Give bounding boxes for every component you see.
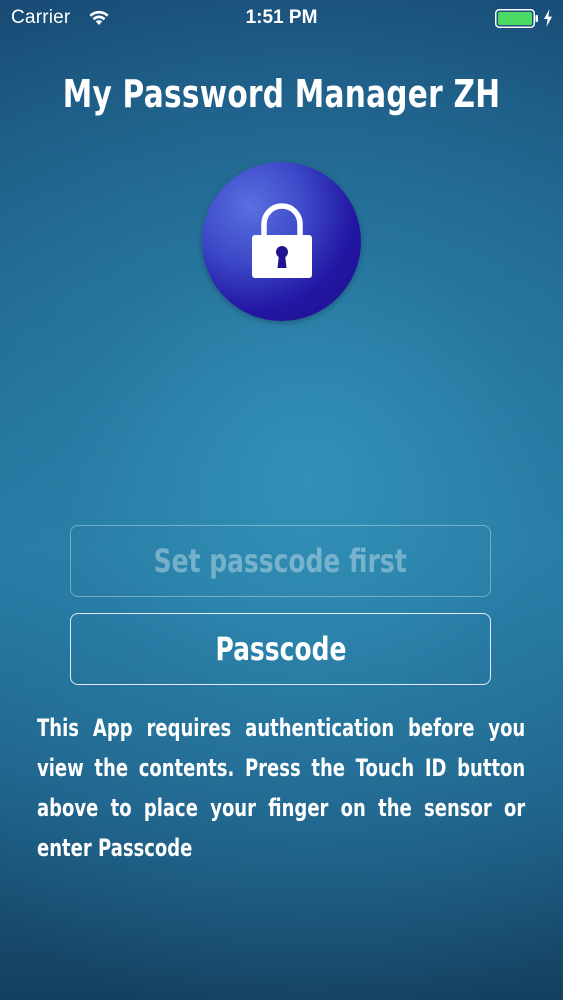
description-line-1: This App requires authentication before … [37, 714, 526, 742]
set-passcode-first-label: Set passcode first [154, 542, 407, 580]
clock: 1:51 PM [245, 7, 318, 28]
lock-icon [252, 203, 312, 278]
charging-bolt-icon [544, 9, 552, 27]
battery-icon [495, 9, 538, 28]
description-line-2: view the contents. Press the Touch ID bu… [37, 754, 526, 782]
description-line-4: enter Passcode [37, 834, 193, 862]
authentication-description: This App requires authentication before … [37, 708, 525, 868]
set-passcode-first-button[interactable]: Set passcode first [70, 525, 491, 597]
description-line-3: above to place your finger on the sensor… [37, 794, 526, 822]
status-bar: Carrier 1:51 PM [0, 0, 563, 38]
passcode-button-label: Passcode [215, 630, 346, 668]
passcode-button[interactable]: Passcode [70, 613, 491, 685]
page-title: My Password Manager ZH [62, 72, 501, 116]
touch-id-lock-button[interactable] [202, 162, 361, 321]
